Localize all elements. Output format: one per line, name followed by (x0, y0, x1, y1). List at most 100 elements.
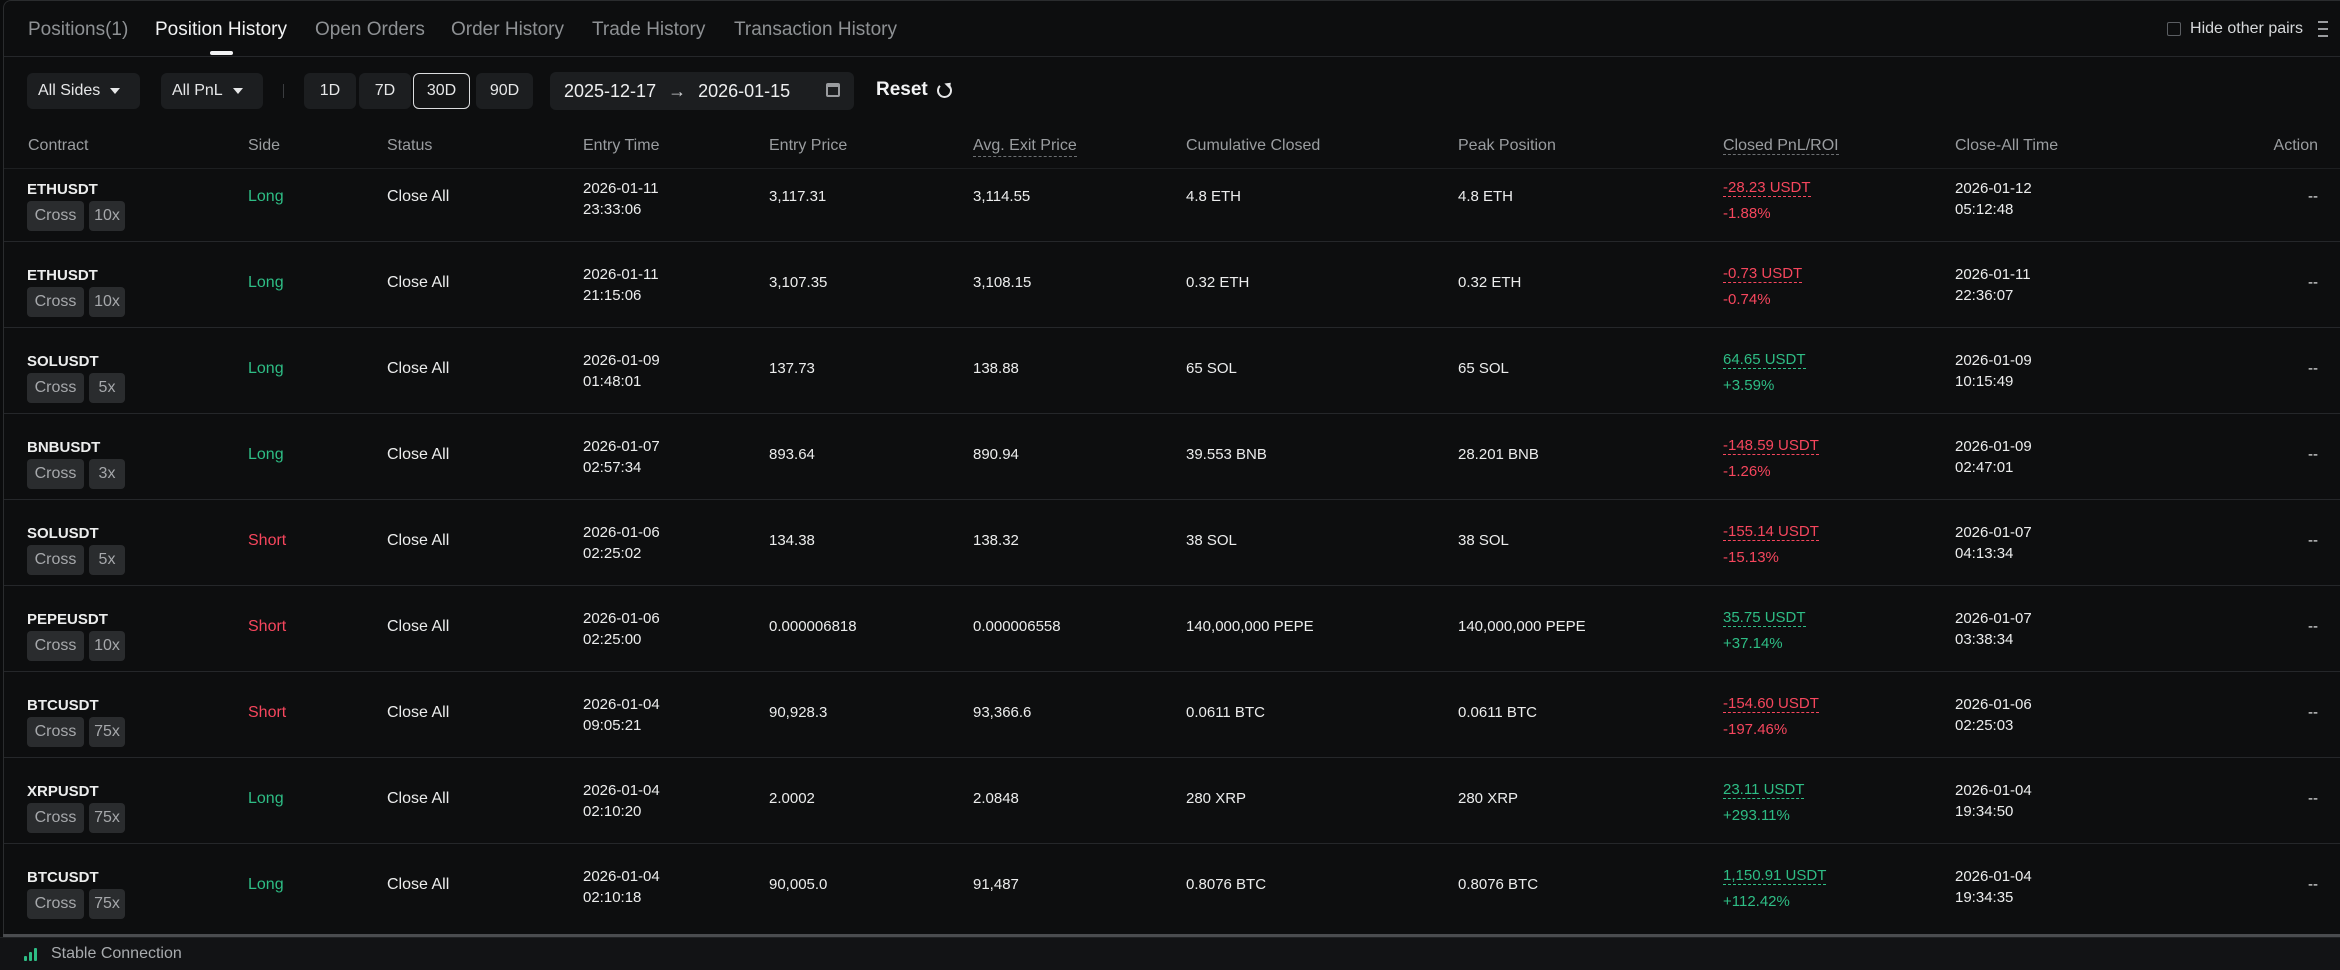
close-date: 2026-01-07 (1955, 610, 2032, 627)
side-value: Short (248, 618, 287, 635)
peak-position-value: 65 SOL (1458, 360, 1509, 377)
contract-symbol[interactable]: SOLUSDT (27, 353, 99, 370)
closed-pnl-value[interactable]: -155.14 USDT -15.13% (1723, 519, 1819, 571)
closed-pnl-value[interactable]: -28.23 USDT -1.88% (1723, 175, 1811, 227)
closed-pnl-value[interactable]: 1,150.91 USDT +112.42% (1723, 863, 1827, 915)
entry-date: 2026-01-11 (583, 266, 659, 283)
cumulative-closed-value: 140,000,000 PEPE (1186, 618, 1314, 635)
pnl-filter-value: All PnL (172, 82, 223, 99)
pnl-amount[interactable]: -0.73 USDT (1723, 265, 1803, 283)
pnl-amount[interactable]: 23.11 USDT (1723, 781, 1805, 799)
tab-position-history[interactable]: Position History (155, 19, 287, 41)
table-row: ETHUSDT Cross 10x Long Close All 2026-01… (4, 242, 2340, 328)
entry-date: 2026-01-04 (583, 782, 660, 799)
closed-pnl-value[interactable]: -0.73 USDT -0.74% (1723, 261, 1803, 313)
pnl-amount[interactable]: -28.23 USDT (1723, 179, 1811, 197)
roi-percent: +293.11% (1723, 807, 1790, 824)
closed-pnl-value[interactable]: 35.75 USDT +37.14% (1723, 605, 1806, 657)
date-from[interactable]: 2025-12-17 (564, 81, 656, 102)
tab-positions[interactable]: Positions(1) (28, 19, 128, 41)
close-date: 2026-01-11 (1955, 266, 2031, 283)
hide-other-pairs-checkbox[interactable] (2167, 22, 2182, 36)
pnl-filter-dropdown[interactable]: All PnL (161, 73, 263, 109)
status-value: Close All (387, 360, 450, 377)
contract-symbol[interactable]: BNBUSDT (27, 439, 100, 456)
refresh-icon (936, 82, 952, 98)
table-row: BTCUSDT Cross 75x Long Close All 2026-01… (4, 844, 2340, 925)
pnl-amount[interactable]: -154.60 USDT (1723, 695, 1819, 713)
contract-symbol[interactable]: BTCUSDT (27, 697, 99, 714)
date-range-picker[interactable]: 2025-12-17 → 2026-01-15 (550, 72, 854, 110)
contract-symbol[interactable]: PEPEUSDT (27, 611, 108, 628)
close-clock: 10:15:49 (1955, 373, 2014, 390)
period-7d-button[interactable]: 7D (359, 73, 411, 109)
closed-pnl-value[interactable]: 64.65 USDT +3.59% (1723, 347, 1806, 399)
sides-filter-dropdown[interactable]: All Sides (27, 73, 140, 109)
peak-position-value: 4.8 ETH (1458, 188, 1514, 205)
pnl-amount[interactable]: 1,150.91 USDT (1723, 867, 1827, 885)
side-value: Long (248, 188, 284, 205)
table-row: SOLUSDT Cross 5x Short Close All 2026-01… (4, 500, 2340, 586)
side-value: Long (248, 876, 284, 893)
date-to[interactable]: 2026-01-15 (698, 81, 790, 102)
roi-percent: -1.26% (1723, 463, 1771, 480)
pnl-amount[interactable]: -155.14 USDT (1723, 523, 1819, 541)
pnl-amount[interactable]: 64.65 USDT (1723, 351, 1806, 369)
calendar-icon[interactable] (826, 83, 840, 97)
tab-open-orders[interactable]: Open Orders (315, 19, 425, 41)
closed-pnl-value[interactable]: -154.60 USDT -197.46% (1723, 691, 1819, 743)
margin-mode-badge: Cross (27, 631, 84, 661)
status-value: Close All (387, 790, 450, 807)
status-value: Close All (387, 618, 450, 635)
entry-price-value: 893.64 (769, 446, 815, 463)
pnl-amount[interactable]: -148.59 USDT (1723, 437, 1819, 455)
closed-pnl-value[interactable]: 23.11 USDT +293.11% (1723, 777, 1805, 829)
leverage-badge: 5x (89, 545, 125, 575)
leverage-badge: 3x (89, 459, 125, 489)
peak-position-value: 140,000,000 PEPE (1458, 618, 1586, 635)
margin-mode-badge: Cross (27, 803, 84, 833)
tab-order-history[interactable]: Order History (451, 19, 564, 41)
row-action: -- (2308, 790, 2318, 807)
contract-symbol[interactable]: ETHUSDT (27, 181, 98, 198)
contract-symbol[interactable]: BTCUSDT (27, 869, 99, 886)
cumulative-closed-value: 0.0611 BTC (1186, 704, 1265, 721)
period-30d-button[interactable]: 30D (413, 73, 470, 109)
contract-symbol[interactable]: XRPUSDT (27, 783, 99, 800)
side-value: Long (248, 274, 284, 291)
cumulative-closed-value: 38 SOL (1186, 532, 1237, 549)
pnl-amount[interactable]: 35.75 USDT (1723, 609, 1806, 627)
entry-time-value: 2026-01-11 21:15:06 (583, 264, 659, 306)
table-row: PEPEUSDT Cross 10x Short Close All 2026-… (4, 586, 2340, 672)
contract-symbol[interactable]: SOLUSDT (27, 525, 99, 542)
close-time-value: 2026-01-09 10:15:49 (1955, 350, 2032, 392)
close-date: 2026-01-12 (1955, 180, 2032, 197)
cumulative-closed-value: 0.8076 BTC (1186, 876, 1267, 893)
close-date: 2026-01-04 (1955, 868, 2032, 885)
entry-clock: 02:25:00 (583, 631, 642, 648)
contract-symbol[interactable]: ETHUSDT (27, 267, 98, 284)
close-clock: 19:34:35 (1955, 889, 2014, 906)
table-row: XRPUSDT Cross 75x Long Close All 2026-01… (4, 758, 2340, 844)
period-90d-button[interactable]: 90D (476, 73, 533, 109)
table-header: Contract Side Status Entry Time Entry Pr… (4, 125, 2340, 169)
hide-other-pairs-toggle[interactable]: Hide other pairs (2167, 20, 2328, 38)
cumulative-closed-value: 4.8 ETH (1186, 188, 1242, 205)
close-date: 2026-01-07 (1955, 524, 2032, 541)
entry-time-value: 2026-01-09 01:48:01 (583, 350, 660, 392)
position-history-panel: Positions(1) Position History Open Order… (3, 0, 2340, 934)
reset-button[interactable]: Reset (876, 79, 952, 101)
tab-transaction-history[interactable]: Transaction History (734, 19, 897, 41)
close-time-value: 2026-01-09 02:47:01 (1955, 436, 2032, 478)
cumulative-closed-value: 280 XRP (1186, 790, 1247, 807)
table-row: SOLUSDT Cross 5x Long Close All 2026-01-… (4, 328, 2340, 414)
closed-pnl-value[interactable]: -148.59 USDT -1.26% (1723, 433, 1819, 485)
col-peak-position: Peak Position (1458, 137, 1556, 154)
period-1d-button[interactable]: 1D (304, 73, 356, 109)
menu-icon[interactable] (2318, 21, 2328, 37)
col-avg-exit-price[interactable]: Avg. Exit Price (973, 137, 1077, 157)
close-date: 2026-01-09 (1955, 438, 2032, 455)
col-closed-pnl-roi[interactable]: Closed PnL/ROI (1723, 137, 1839, 155)
leverage-badge: 5x (89, 373, 125, 403)
tab-trade-history[interactable]: Trade History (592, 19, 705, 41)
